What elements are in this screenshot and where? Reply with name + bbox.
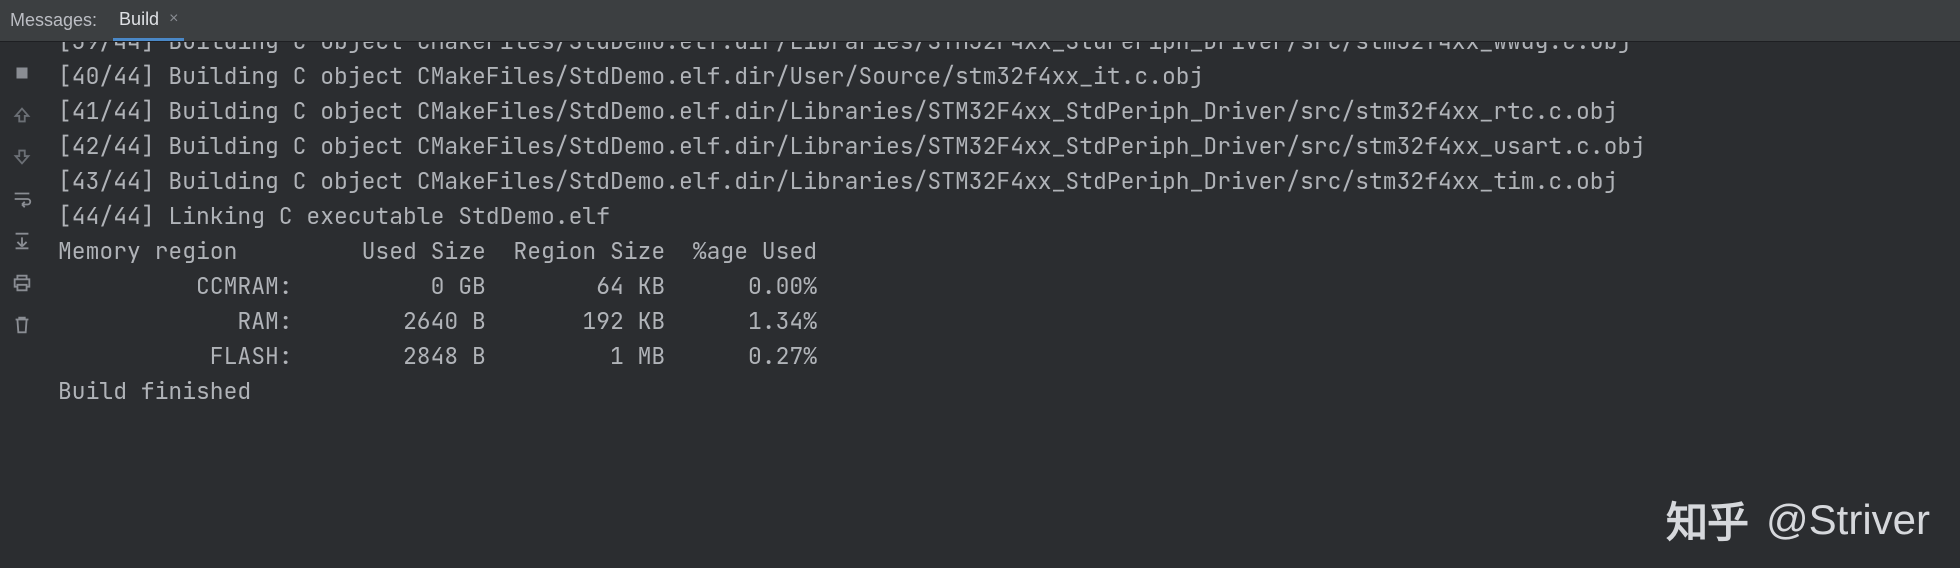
stop-icon — [11, 62, 33, 84]
print-button[interactable] — [9, 270, 35, 296]
softwrap-icon — [11, 188, 33, 210]
up-button[interactable] — [9, 102, 35, 128]
output-line: [40/44] Building C object CMakeFiles/Std… — [58, 59, 1946, 94]
output-line: [43/44] Building C object CMakeFiles/Std… — [58, 164, 1946, 199]
output-line: [39/44] Building C object CMakeFiles/Std… — [58, 42, 1946, 59]
output-line: Build finished — [58, 374, 1946, 409]
trash-icon — [11, 314, 33, 336]
watermark: 知乎 @Striver — [1666, 489, 1930, 550]
close-icon[interactable]: × — [169, 10, 178, 28]
messages-label: Messages: — [10, 10, 97, 31]
arrow-up-icon — [11, 104, 33, 126]
messages-header: Messages: Build × — [0, 0, 1960, 42]
watermark-logo: 知乎 — [1666, 489, 1748, 550]
tab-label: Build — [119, 9, 159, 30]
scroll-to-end-button[interactable] — [9, 228, 35, 254]
output-line: [41/44] Building C object CMakeFiles/Std… — [58, 94, 1946, 129]
tab-build[interactable]: Build × — [113, 0, 184, 41]
softwrap-button[interactable] — [9, 186, 35, 212]
output-line: [44/44] Linking C executable StdDemo.elf — [58, 199, 1946, 234]
messages-sidebar — [0, 42, 44, 568]
watermark-user: @Striver — [1766, 496, 1930, 544]
output-line: FLASH: 2848 B 1 MB 0.27% — [58, 339, 1946, 374]
arrow-down-icon — [11, 146, 33, 168]
output-line: RAM: 2640 B 192 KB 1.34% — [58, 304, 1946, 339]
scroll-end-icon — [11, 230, 33, 252]
output-line: Memory region Used Size Region Size %age… — [58, 234, 1946, 269]
down-button[interactable] — [9, 144, 35, 170]
stop-button[interactable] — [9, 60, 35, 86]
output-line: CCMRAM: 0 GB 64 KB 0.00% — [58, 269, 1946, 304]
output-line: [42/44] Building C object CMakeFiles/Std… — [58, 129, 1946, 164]
print-icon — [11, 272, 33, 294]
delete-button[interactable] — [9, 312, 35, 338]
